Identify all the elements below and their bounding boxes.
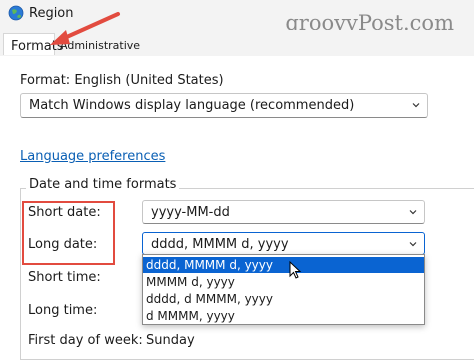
annotation-arrow xyxy=(50,12,120,45)
mouse-cursor-icon xyxy=(289,260,302,279)
annotation-arrow-overlay xyxy=(50,12,302,279)
